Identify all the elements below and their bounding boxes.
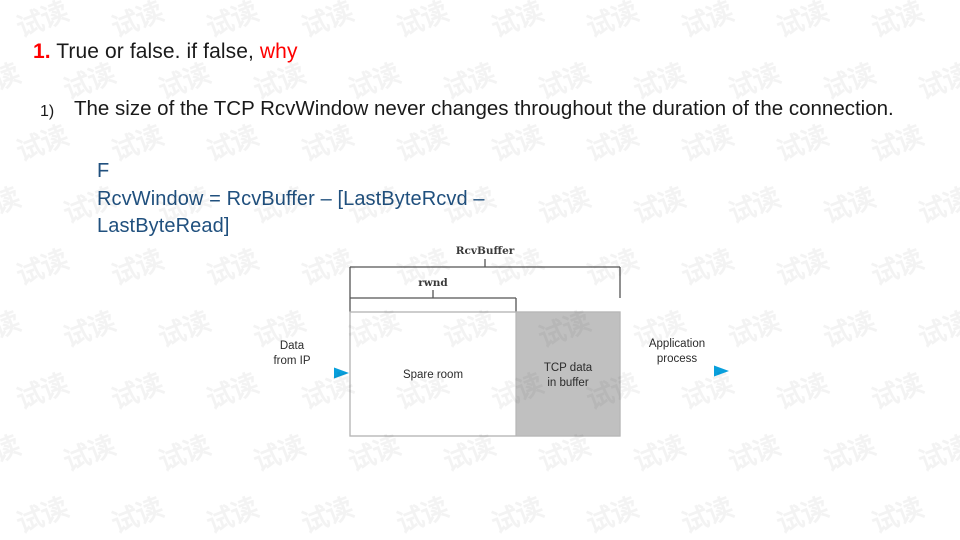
list-marker: 1) bbox=[40, 103, 55, 120]
data-from-ip-label-line1: Data bbox=[280, 340, 305, 352]
rwnd-label: rwnd bbox=[418, 277, 448, 289]
watermark-text: 试读 bbox=[482, 463, 593, 540]
buffer-box: Spare room TCP data in buffer bbox=[349, 311, 621, 437]
watermark-text: 试读 bbox=[102, 463, 213, 540]
tcp-data-label-line2: in buffer bbox=[547, 377, 589, 389]
watermark-text: 试读 bbox=[814, 277, 925, 369]
question-heading-text: True or false. if false, bbox=[50, 40, 260, 63]
watermark-text: 试读 bbox=[434, 525, 545, 540]
rwnd-bracket: rwnd bbox=[349, 277, 517, 312]
watermark-text: 试读 bbox=[719, 525, 830, 540]
watermark-text: 试读 bbox=[0, 0, 23, 59]
watermark-text: 试读 bbox=[0, 91, 23, 183]
watermark-text: 试读 bbox=[0, 153, 70, 245]
question-number: 1. bbox=[33, 40, 51, 63]
data-from-ip-arrow: Data from IP bbox=[246, 340, 349, 379]
application-process-arrow: Application process bbox=[626, 338, 729, 377]
watermark-text: 试读 bbox=[7, 463, 118, 540]
watermark-text: 试读 bbox=[482, 0, 593, 59]
application-process-label-line2: process bbox=[657, 353, 698, 365]
watermark-text: 试读 bbox=[862, 215, 960, 307]
watermark-text: 试读 bbox=[862, 0, 960, 59]
watermark-text: 试读 bbox=[387, 0, 498, 59]
watermark-row: 试读试读试读试读试读试读试读试读试读试读试读试读试读试读 bbox=[0, 0, 960, 44]
application-process-label-line1: Application bbox=[649, 338, 705, 350]
watermark-text: 试读 bbox=[767, 463, 878, 540]
watermark-text: 试读 bbox=[197, 463, 308, 540]
tcp-data-label-line1: TCP data bbox=[544, 362, 593, 374]
watermark-text: 试读 bbox=[814, 153, 925, 245]
page-title: 1. True or false. if false, why bbox=[33, 40, 298, 64]
watermark-text: 试读 bbox=[909, 29, 960, 121]
answer-line-3: LastByteRead] bbox=[97, 215, 230, 237]
rcvbuffer-label: RcvBuffer bbox=[456, 245, 515, 257]
watermark-text: 试读 bbox=[814, 525, 925, 540]
watermark-text: 试读 bbox=[767, 339, 878, 431]
tcp-data-region bbox=[516, 312, 620, 436]
answer-block: F RcvWindow = RcvBuffer – [LastByteRcvd … bbox=[97, 158, 737, 241]
watermark-text: 试读 bbox=[7, 339, 118, 431]
answer-line-2: RcvWindow = RcvBuffer – [LastByteRcvd – bbox=[97, 187, 485, 210]
watermark-text: 试读 bbox=[624, 525, 735, 540]
watermark-text: 试读 bbox=[909, 525, 960, 540]
watermark-text: 试读 bbox=[0, 525, 70, 540]
spare-room-label: Spare room bbox=[403, 369, 463, 381]
watermark-text: 试读 bbox=[0, 277, 70, 369]
watermark-text: 试读 bbox=[339, 525, 450, 540]
question-text: The size of the TCP RcvWindow never chan… bbox=[74, 97, 894, 120]
watermark-text: 试读 bbox=[54, 401, 165, 493]
watermark-text: 试读 bbox=[54, 525, 165, 540]
watermark-text: 试读 bbox=[909, 153, 960, 245]
watermark-text: 试读 bbox=[672, 0, 783, 59]
watermark-text: 试读 bbox=[102, 339, 213, 431]
watermark-text: 试读 bbox=[292, 0, 403, 59]
answer-line-1: F bbox=[97, 160, 110, 182]
watermark-text: 试读 bbox=[814, 401, 925, 493]
watermark-text: 试读 bbox=[0, 215, 23, 307]
slide-canvas: 试读试读试读试读试读试读试读试读试读试读试读试读试读试读试读试读试读试读试读试读… bbox=[0, 0, 960, 540]
watermark-text: 试读 bbox=[909, 401, 960, 493]
watermark-text: 试读 bbox=[244, 525, 355, 540]
watermark-text: 试读 bbox=[909, 277, 960, 369]
watermark-text: 试读 bbox=[767, 0, 878, 59]
watermark-text: 试读 bbox=[767, 215, 878, 307]
watermark-text: 试读 bbox=[0, 339, 23, 431]
watermark-row: 试读试读试读试读试读试读试读试读试读试读试读试读试读试读 bbox=[0, 478, 960, 540]
question-heading-emphasis: why bbox=[259, 40, 298, 63]
watermark-text: 试读 bbox=[0, 401, 70, 493]
watermark-text: 试读 bbox=[862, 339, 960, 431]
watermark-text: 试读 bbox=[149, 525, 260, 540]
watermark-text: 试读 bbox=[577, 463, 688, 540]
watermark-text: 试读 bbox=[0, 463, 23, 540]
question-item: 1) The size of the TCP RcvWindow never c… bbox=[40, 96, 910, 125]
watermark-text: 试读 bbox=[54, 277, 165, 369]
tcp-receive-buffer-diagram: RcvBuffer rwnd Spare room TCP data in bu… bbox=[230, 240, 750, 445]
watermark-text: 试读 bbox=[672, 463, 783, 540]
rcvbuffer-bracket: RcvBuffer bbox=[349, 245, 621, 298]
watermark-text: 试读 bbox=[862, 463, 960, 540]
watermark-text: 试读 bbox=[577, 0, 688, 59]
data-from-ip-label-line2: from IP bbox=[273, 355, 310, 367]
watermark-text: 试读 bbox=[387, 463, 498, 540]
watermark-text: 试读 bbox=[529, 525, 640, 540]
watermark-text: 试读 bbox=[292, 463, 403, 540]
